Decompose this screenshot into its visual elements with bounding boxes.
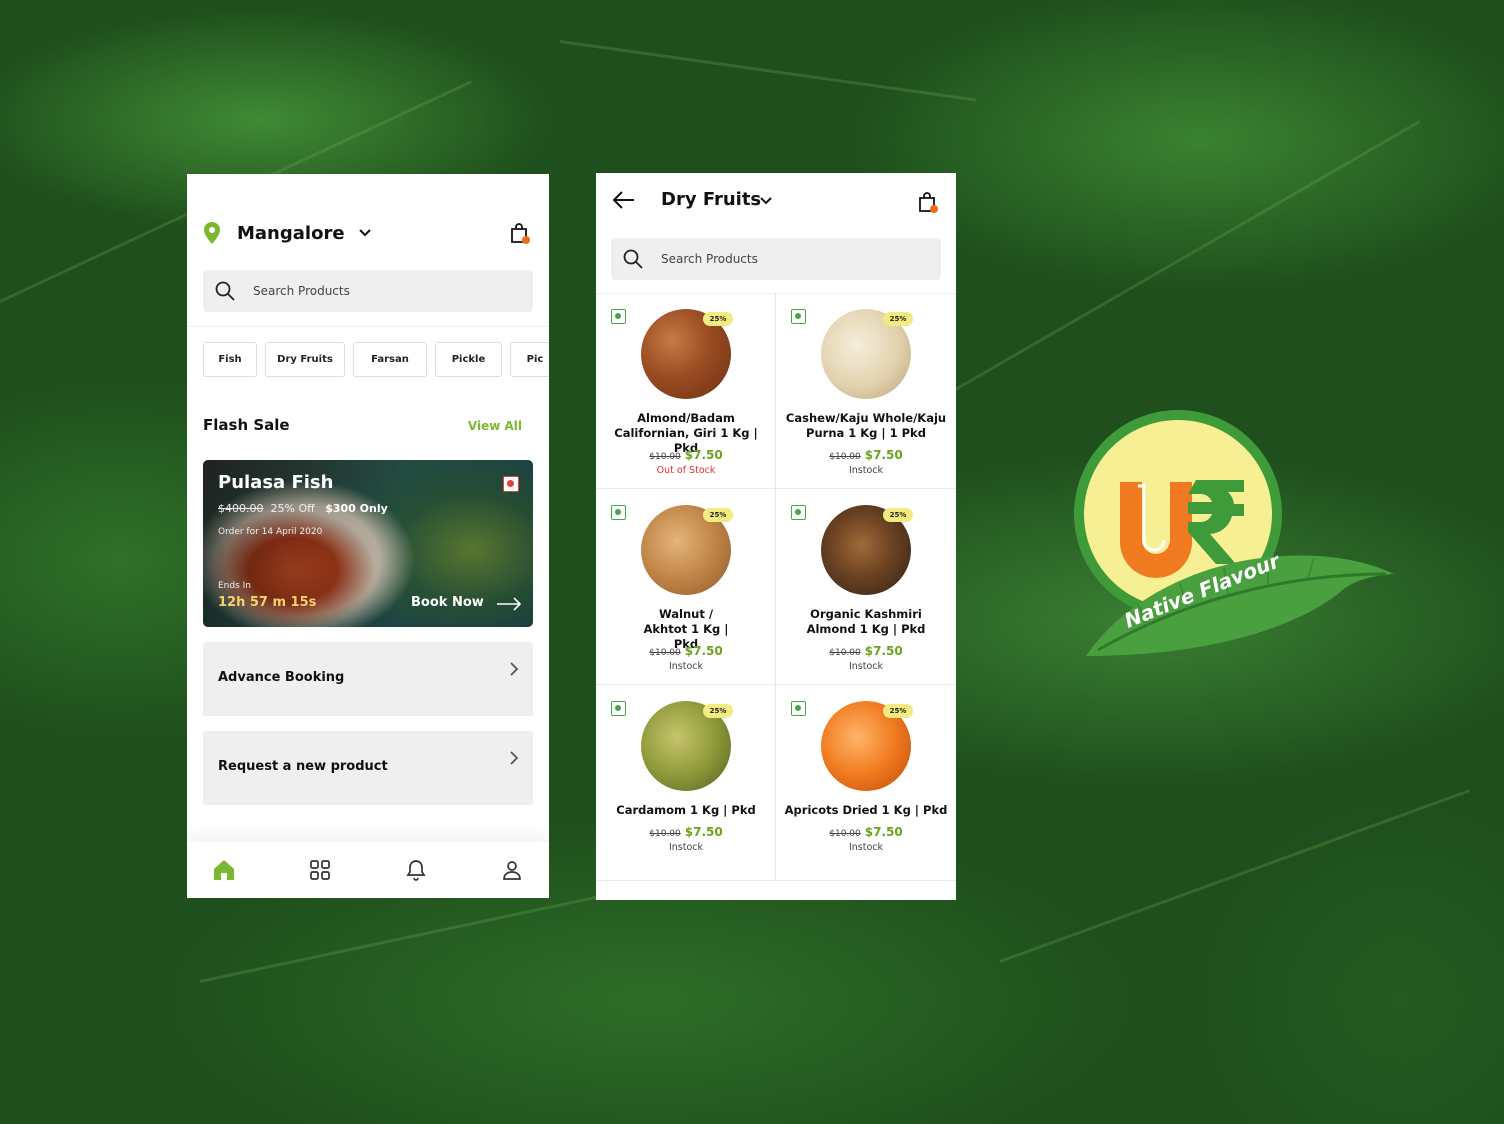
product-old-price: $10.00 [649, 452, 681, 462]
location-name: Mangalore [237, 222, 345, 244]
stock-status: Instock [848, 842, 884, 853]
product-price: $10.00 $7.50 [596, 825, 776, 839]
chip-farsan[interactable]: Farsan [353, 342, 427, 377]
product-name: Cashew/Kaju Whole/Kaju Purna 1 Kg | 1 Pk… [785, 411, 947, 440]
product-card[interactable]: 25% Almond/Badam Californian, Giri 1 Kg … [596, 293, 776, 489]
veg-icon [611, 309, 626, 324]
leaf-vein [559, 40, 977, 102]
non-veg-icon [503, 476, 519, 492]
banner-order-date: Order for 14 April 2020 [218, 527, 323, 537]
product-card[interactable]: 25% Organic Kashmiri Almond 1 Kg | Pkd $… [776, 489, 956, 685]
banner-discount: 25% Off [270, 502, 315, 515]
catalog-screen: Dry Fruits Search Products 25% Almond/Ba… [596, 173, 956, 900]
product-price: $10.00 $7.50 [596, 448, 776, 462]
product-name: Apricots Dried 1 Kg | Pkd [784, 803, 948, 817]
category-title[interactable]: Dry Fruits [661, 189, 761, 210]
product-price: $10.00 $7.50 [776, 644, 956, 658]
chip-dry-fruits[interactable]: Dry Fruits [265, 342, 345, 377]
grid-icon[interactable] [308, 858, 332, 882]
product-old-price: $10.00 [649, 648, 681, 658]
product-sale-price: $7.50 [684, 448, 723, 462]
discount-badge: 25% [883, 508, 913, 522]
product-sale-price: $7.50 [864, 448, 903, 462]
product-old-price: $10.00 [649, 829, 681, 839]
request-product-label: Request a new product [218, 759, 388, 774]
book-now-button[interactable]: Book Now [411, 595, 484, 610]
chevron-right-icon [510, 751, 519, 765]
banner-timer: 12h 57 m 15s [218, 595, 317, 610]
advance-booking-label: Advance Booking [218, 670, 345, 685]
view-all-link[interactable]: View All [468, 419, 522, 433]
product-card[interactable]: 25% Apricots Dried 1 Kg | Pkd $10.00 $7.5… [776, 685, 956, 881]
stock-status: Out of Stock [656, 465, 716, 476]
product-card[interactable]: 25% Cashew/Kaju Whole/Kaju Purna 1 Kg | … [776, 293, 956, 489]
product-price: $10.00 $7.50 [776, 448, 956, 462]
search-icon [623, 249, 643, 269]
bell-icon[interactable] [404, 858, 428, 882]
product-price: $10.00 $7.50 [776, 825, 956, 839]
chevron-right-icon [510, 662, 519, 676]
brand-logo: Native Flavour [1074, 410, 1394, 656]
product-sale-price: $7.50 [684, 825, 723, 839]
back-arrow-icon[interactable] [613, 191, 635, 209]
product-sale-price: $7.50 [864, 644, 903, 658]
location-pin-icon [204, 222, 220, 244]
discount-badge: 25% [703, 704, 733, 718]
product-name: Organic Kashmiri Almond 1 Kg | Pkd [806, 607, 926, 636]
product-card[interactable]: 25% Walnut / Akhtot 1 Kg | Pkd $10.00 $7.… [596, 489, 776, 685]
chevron-down-icon[interactable] [760, 197, 772, 205]
discount-badge: 25% [883, 704, 913, 718]
chip-pickle[interactable]: Pickle [435, 342, 502, 377]
stock-status: Instock [848, 661, 884, 672]
chip-pickle-2[interactable]: Pic [510, 342, 549, 377]
flash-sale-banner[interactable]: Pulasa Fish $400.00 25% Off $300 Only Or… [203, 460, 533, 627]
bottom-tab-bar [187, 842, 549, 898]
product-sale-price: $7.50 [684, 644, 723, 658]
banner-product-name: Pulasa Fish [218, 472, 334, 493]
home-screen: Mangalore Search Products Fish Dry Fruit… [187, 174, 549, 898]
category-chips: Fish Dry Fruits Farsan Pickle Pic [203, 342, 549, 377]
stock-status: Instock [848, 465, 884, 476]
leaf-vein [999, 789, 1471, 963]
banner-old-price: $400.00 [218, 502, 264, 515]
chevron-down-icon [358, 229, 371, 237]
cart-icon[interactable] [510, 222, 530, 244]
product-sale-price: $7.50 [864, 825, 903, 839]
product-old-price: $10.00 [829, 648, 861, 658]
advance-booking-button[interactable]: Advance Booking [203, 642, 533, 716]
discount-badge: 25% [883, 312, 913, 326]
veg-icon [791, 309, 806, 324]
veg-icon [611, 505, 626, 520]
product-card[interactable]: 25% Cardamom 1 Kg | Pkd $10.00 $7.50 Inst… [596, 685, 776, 881]
leaf-vein [899, 120, 1421, 423]
product-old-price: $10.00 [829, 829, 861, 839]
location-selector[interactable]: Mangalore [203, 218, 533, 248]
search-icon [215, 281, 235, 301]
veg-icon [791, 701, 806, 716]
user-icon[interactable] [500, 858, 524, 882]
search-placeholder: Search Products [661, 252, 758, 266]
search-input[interactable]: Search Products [203, 270, 533, 312]
home-icon[interactable] [212, 858, 236, 882]
product-old-price: $10.00 [829, 452, 861, 462]
discount-badge: 25% [703, 508, 733, 522]
arrow-right-icon[interactable] [496, 597, 522, 611]
discount-badge: 25% [703, 312, 733, 326]
divider [187, 326, 549, 327]
banner-ends-label: Ends In [218, 581, 252, 591]
search-placeholder: Search Products [253, 284, 350, 298]
stock-status: Instock [668, 661, 704, 672]
veg-icon [791, 505, 806, 520]
search-input[interactable]: Search Products [611, 238, 941, 280]
cart-icon[interactable] [918, 191, 938, 213]
product-name: Cardamom 1 Kg | Pkd [616, 803, 756, 817]
veg-icon [611, 701, 626, 716]
banner-offer-price: $300 Only [325, 502, 388, 515]
chip-fish[interactable]: Fish [203, 342, 257, 377]
request-product-button[interactable]: Request a new product [203, 731, 533, 805]
banner-price: $400.00 25% Off $300 Only [218, 502, 388, 515]
product-price: $10.00 $7.50 [596, 644, 776, 658]
flash-sale-title: Flash Sale [203, 416, 290, 434]
stock-status: Instock [668, 842, 704, 853]
